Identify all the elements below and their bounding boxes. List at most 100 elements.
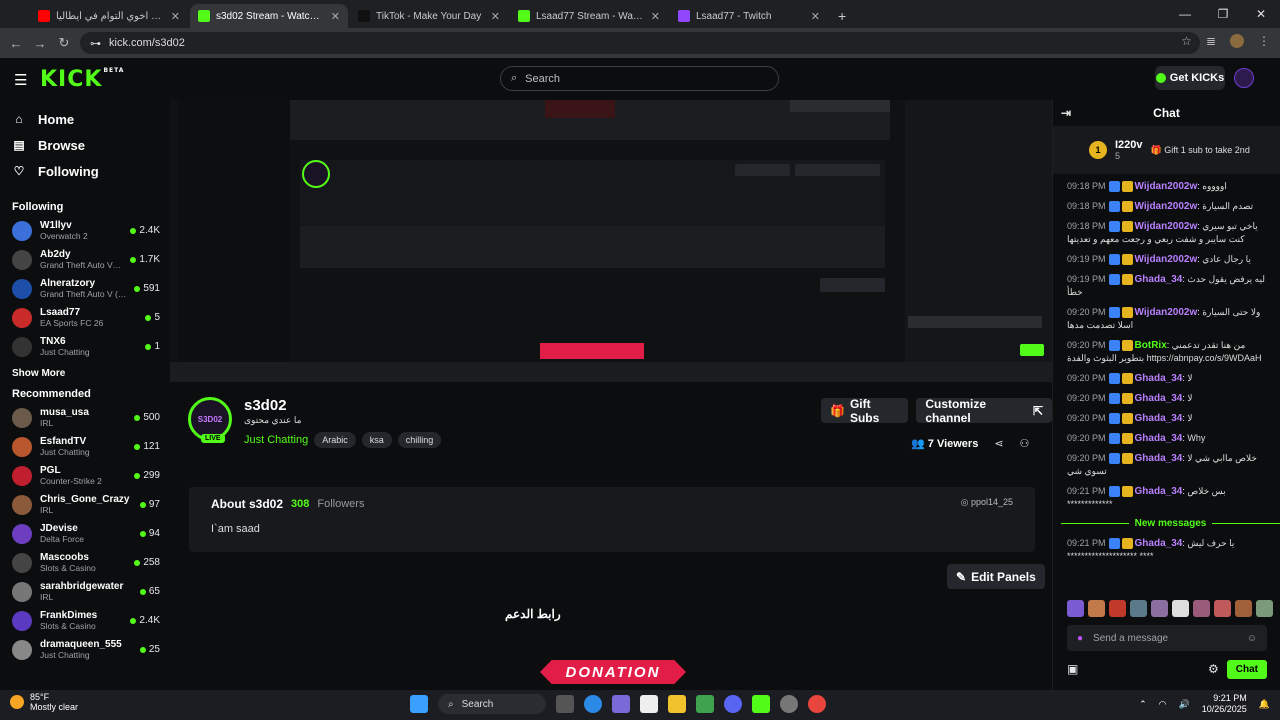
browser-tab[interactable]: s3d02 Stream - Watch Live on Kick ✕ <box>190 4 348 28</box>
tray-chevron-icon[interactable]: ⌃ <box>1139 699 1147 710</box>
back-icon[interactable]: ← <box>4 36 28 51</box>
emoji-icon[interactable]: ☺ <box>1247 633 1257 644</box>
sidebar-channel-item[interactable]: JDevise Delta Force 94 <box>0 519 170 548</box>
chat-input[interactable]: ● Send a message ☺ <box>1067 625 1267 651</box>
xbox-icon[interactable] <box>696 695 714 713</box>
sidebar-channel-item[interactable]: dramaqueen_555 Just Chatting 25 <box>0 635 170 664</box>
tag-chip[interactable]: Arabic <box>314 432 356 448</box>
emote-icon[interactable] <box>1172 600 1189 617</box>
browser-menu-icon[interactable]: ⋮ <box>1258 34 1270 48</box>
send-chat-button[interactable]: Chat <box>1226 659 1267 679</box>
settings-gear-icon[interactable]: ⚙ <box>1208 662 1219 676</box>
tab-close-icon[interactable]: ✕ <box>171 10 180 23</box>
tab-close-icon[interactable]: ✕ <box>491 10 500 23</box>
browser-tab[interactable]: Lsaad77 Stream - Watch Live on Kick ✕ <box>510 4 668 28</box>
sidebar-channel-item[interactable]: PGL Counter-Strike 2 299 <box>0 461 170 490</box>
new-tab-button[interactable]: + <box>838 8 846 24</box>
notification-bell-icon[interactable]: 🔔 <box>1259 699 1270 710</box>
tab-close-icon[interactable]: ✕ <box>811 10 820 23</box>
emote-icon[interactable] <box>1151 600 1168 617</box>
sidebar-channel-item[interactable]: W1llyv Overwatch 2 2.4K <box>0 216 170 245</box>
file-explorer-icon[interactable] <box>668 695 686 713</box>
kick-logo[interactable]: KICKBETA <box>40 67 124 92</box>
close-icon[interactable]: ✕ <box>1242 0 1280 28</box>
emote-icon[interactable] <box>1256 600 1273 617</box>
maximize-icon[interactable]: ❐ <box>1204 0 1242 28</box>
edge-icon[interactable] <box>584 695 602 713</box>
settings-icon[interactable] <box>780 695 798 713</box>
chat-username[interactable]: Wijdan2002w <box>1135 254 1198 265</box>
search-input[interactable]: ⌕ Search <box>500 66 779 91</box>
task-view-icon[interactable] <box>556 695 574 713</box>
weather-widget[interactable]: 85°F Mostly clear <box>10 692 78 712</box>
chat-username[interactable]: Wijdan2002w <box>1135 201 1198 212</box>
chat-username[interactable]: Ghada_34 <box>1135 393 1183 404</box>
sidebar-channel-item[interactable]: Lsaad77 EA Sports FC 26 5 <box>0 303 170 332</box>
browser-tab[interactable]: Lsaad77 - Twitch ✕ <box>670 4 828 28</box>
tab-close-icon[interactable]: ✕ <box>651 10 660 23</box>
chat-username[interactable]: Ghada_34 <box>1135 538 1183 549</box>
sidebar-channel-item[interactable]: FrankDimes Slots & Casino 2.4K <box>0 606 170 635</box>
share-icon[interactable]: ⋖ <box>994 437 1003 450</box>
streamer-name[interactable]: s3d02 <box>244 397 441 414</box>
sidebar-channel-item[interactable]: EsfandTV Just Chatting 121 <box>0 432 170 461</box>
emote-icon[interactable] <box>1088 600 1105 617</box>
chat-username[interactable]: Ghada_34 <box>1135 486 1183 497</box>
browser-tab[interactable]: خطفت اخوي التوأم في ايطاليا 🇮🇹 ✕ <box>30 4 188 28</box>
streamer-avatar[interactable]: S3D02 LIVE <box>188 397 232 443</box>
taskbar-search[interactable]: ⌕ Search <box>438 694 546 714</box>
chat-username[interactable]: Ghada_34 <box>1135 274 1183 285</box>
chat-username[interactable]: BotRix <box>1135 340 1167 351</box>
emote-icon[interactable] <box>1109 600 1126 617</box>
hamburger-menu-icon[interactable]: ☰ <box>14 71 28 89</box>
reload-icon[interactable]: ↻ <box>52 35 76 51</box>
discord-icon[interactable] <box>724 695 742 713</box>
customize-channel-button[interactable]: Customize channel ⇱ <box>916 397 1052 425</box>
chat-username[interactable]: Wijdan2002w <box>1135 221 1198 232</box>
sidebar-channel-item[interactable]: Ab2dy Grand Theft Auto V (G... 1.7K <box>0 245 170 274</box>
kick-app-icon[interactable] <box>752 695 770 713</box>
sidebar-channel-item[interactable]: Chris_Gone_Crazy IRL 97 <box>0 490 170 519</box>
browser-tab[interactable]: TikTok - Make Your Day ✕ <box>350 4 508 28</box>
address-bar[interactable]: ⊶ kick.com/s3d02 <box>80 32 1200 54</box>
video-player[interactable] <box>170 100 1052 382</box>
sidebar-channel-item[interactable]: TNX6 Just Chatting 1 <box>0 332 170 361</box>
gift-subs-button[interactable]: 🎁 Gift Subs <box>821 397 909 425</box>
chat-username[interactable]: Wijdan2002w <box>1135 181 1198 192</box>
wifi-icon[interactable]: ◠ <box>1159 699 1167 710</box>
volume-icon[interactable]: 🔊 <box>1179 699 1190 710</box>
user-avatar[interactable] <box>1234 68 1254 88</box>
profile-avatar[interactable] <box>1230 34 1244 48</box>
chat-username[interactable]: Ghada_34 <box>1135 453 1183 464</box>
new-messages-divider[interactable]: New messages <box>1061 518 1280 529</box>
sidebar-channel-item[interactable]: Mascoobs Slots & Casino 258 <box>0 548 170 577</box>
chat-username[interactable]: Ghada_34 <box>1135 413 1183 424</box>
emote-icon[interactable] <box>1067 600 1084 617</box>
minimize-icon[interactable]: — <box>1166 0 1204 28</box>
collapse-chat-icon[interactable]: ⇥ <box>1061 106 1071 120</box>
tag-chip[interactable]: ksa <box>361 432 392 448</box>
tag-chip[interactable]: chilling <box>397 432 442 448</box>
windows-start-icon[interactable] <box>410 695 428 713</box>
chrome-icon[interactable] <box>808 695 826 713</box>
sidebar-channel-item[interactable]: musa_usa IRL 500 <box>0 403 170 432</box>
emote-icon[interactable] <box>1214 600 1231 617</box>
bookmark-star-icon[interactable]: ☆ <box>1181 34 1192 48</box>
show-more-link[interactable]: Show More <box>0 361 170 385</box>
sidebar-channel-item[interactable]: sarahbridgewater IRL 65 <box>0 577 170 606</box>
chat-username[interactable]: Wijdan2002w <box>1135 307 1198 318</box>
instagram-link[interactable]: ◎ ppol14_25 <box>961 497 1013 508</box>
sidebar-channel-item[interactable]: Alneratzory Grand Theft Auto V (G... 591 <box>0 274 170 303</box>
store-icon[interactable] <box>640 695 658 713</box>
emote-icon[interactable] <box>1235 600 1252 617</box>
pinned-gift-banner[interactable]: 1 I220v 5 🎁 Gift 1 sub to take 2nd <box>1053 126 1280 174</box>
copilot-icon[interactable] <box>612 695 630 713</box>
chat-users-icon[interactable]: ▣ <box>1067 662 1078 676</box>
mic-icon[interactable]: ● <box>1077 633 1083 644</box>
chat-username[interactable]: Ghada_34 <box>1135 373 1183 384</box>
tab-close-icon[interactable]: ✕ <box>331 10 340 23</box>
clock[interactable]: 9:21 PM 10/26/2025 <box>1202 693 1247 715</box>
emote-icon[interactable] <box>1193 600 1210 617</box>
edit-panels-button[interactable]: ✎ Edit Panels <box>947 564 1045 589</box>
mod-tools-icon[interactable]: ⚇ <box>1020 437 1030 450</box>
